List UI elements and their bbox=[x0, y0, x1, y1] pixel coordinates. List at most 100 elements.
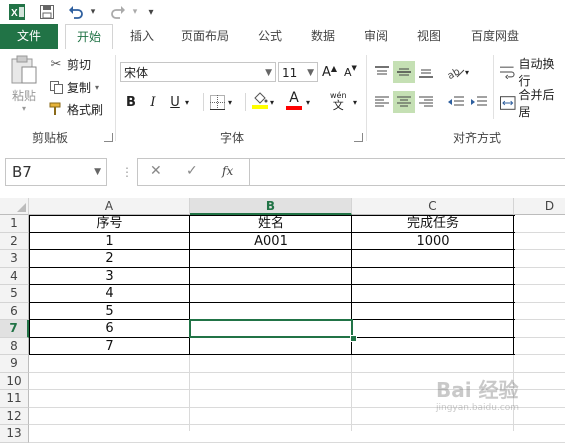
cut-button[interactable]: ✂ 剪切 bbox=[48, 55, 91, 73]
font-color-button[interactable]: A bbox=[286, 91, 302, 113]
cell-c3[interactable] bbox=[352, 250, 514, 268]
cell-b10[interactable] bbox=[190, 373, 352, 391]
clipboard-launcher-icon[interactable] bbox=[104, 133, 113, 142]
cell-c6[interactable] bbox=[352, 303, 514, 321]
cell-b5[interactable] bbox=[190, 285, 352, 303]
cell-b9[interactable] bbox=[190, 355, 352, 373]
fill-color-button[interactable] bbox=[252, 91, 268, 113]
column-header-c[interactable]: C bbox=[352, 198, 514, 215]
column-header-b[interactable]: B bbox=[190, 198, 352, 215]
underline-dropdown-icon[interactable]: ▾ bbox=[185, 93, 189, 111]
cell-a9[interactable] bbox=[29, 355, 190, 373]
row-header[interactable]: 4 bbox=[0, 268, 29, 286]
tab-insert[interactable]: 插入 bbox=[122, 24, 162, 49]
align-left-button[interactable] bbox=[372, 91, 392, 113]
cell-c1[interactable]: 完成任务 bbox=[352, 215, 514, 233]
cancel-icon[interactable]: ✕ bbox=[150, 163, 162, 179]
cell-a8[interactable]: 7 bbox=[29, 338, 190, 356]
tab-file[interactable]: 文件 bbox=[0, 24, 58, 49]
cell-c2[interactable]: 1000 bbox=[352, 233, 514, 251]
cell-c5[interactable] bbox=[352, 285, 514, 303]
phonetic-dropdown-icon[interactable]: ▾ bbox=[353, 93, 357, 111]
cell-c7[interactable] bbox=[352, 320, 514, 338]
borders-button[interactable]: ▾ bbox=[210, 93, 232, 111]
middle-align-button[interactable] bbox=[393, 61, 415, 83]
copy-button[interactable]: 复制 ▾ bbox=[48, 78, 99, 96]
align-center-button[interactable] bbox=[393, 91, 415, 113]
wrap-text-button[interactable]: 自动换行 bbox=[500, 63, 565, 81]
cell-a5[interactable]: 4 bbox=[29, 285, 190, 303]
cell-b1[interactable]: 姓名 bbox=[190, 215, 352, 233]
cell-a10[interactable] bbox=[29, 373, 190, 391]
cell-c4[interactable] bbox=[352, 268, 514, 286]
cell-b13[interactable] bbox=[190, 425, 352, 443]
cell-b3[interactable] bbox=[190, 250, 352, 268]
cell-a12[interactable] bbox=[29, 408, 190, 426]
formula-bar-splitter[interactable]: ⋮ bbox=[121, 164, 123, 180]
undo-dropdown-icon[interactable]: ▾ bbox=[88, 3, 98, 21]
tab-data[interactable]: 数据 bbox=[303, 24, 343, 49]
font-color-dropdown-icon[interactable]: ▾ bbox=[306, 93, 310, 111]
font-size-combo[interactable]: 11 ▼ bbox=[278, 62, 318, 82]
tab-formulas[interactable]: 公式 bbox=[250, 24, 290, 49]
row-header[interactable]: 7 bbox=[0, 320, 29, 338]
cell-a2[interactable]: 1 bbox=[29, 233, 190, 251]
fill-color-dropdown-icon[interactable]: ▾ bbox=[270, 93, 274, 111]
font-launcher-icon[interactable] bbox=[354, 133, 363, 142]
row-header[interactable]: 9 bbox=[0, 355, 29, 373]
chevron-down-icon[interactable]: ▼ bbox=[94, 159, 101, 185]
cell-a6[interactable]: 5 bbox=[29, 303, 190, 321]
row-header[interactable]: 12 bbox=[0, 408, 29, 426]
cell-c8[interactable] bbox=[352, 338, 514, 356]
redo-icon[interactable] bbox=[108, 3, 128, 21]
merge-center-button[interactable]: 合并后居 bbox=[500, 94, 565, 112]
fill-handle[interactable] bbox=[350, 335, 357, 342]
row-header[interactable]: 13 bbox=[0, 425, 29, 443]
save-icon[interactable] bbox=[38, 3, 56, 21]
row-header[interactable]: 3 bbox=[0, 250, 29, 268]
cell-b4[interactable] bbox=[190, 268, 352, 286]
insert-function-icon[interactable]: fx bbox=[222, 164, 233, 178]
column-header-d[interactable]: D bbox=[514, 198, 565, 215]
underline-button[interactable]: U bbox=[168, 93, 182, 111]
phonetic-guide-button[interactable]: wén 文 bbox=[330, 91, 347, 113]
cell-a1[interactable]: 序号 bbox=[29, 215, 190, 233]
orientation-button[interactable]: ab ▾ bbox=[447, 61, 469, 83]
align-right-button[interactable] bbox=[416, 91, 436, 113]
bottom-align-button[interactable] bbox=[416, 61, 436, 83]
cell-b8[interactable] bbox=[190, 338, 352, 356]
tab-home[interactable]: 开始 bbox=[65, 24, 113, 51]
top-align-button[interactable] bbox=[372, 61, 392, 83]
row-header[interactable]: 5 bbox=[0, 285, 29, 303]
font-name-combo[interactable]: 宋体 ▼ bbox=[120, 62, 276, 82]
customize-qat-icon[interactable]: ▾ bbox=[145, 3, 157, 21]
row-header[interactable]: 10 bbox=[0, 373, 29, 391]
row-header[interactable]: 6 bbox=[0, 303, 29, 321]
cell-a7[interactable]: 6 bbox=[29, 320, 190, 338]
cell-b11[interactable] bbox=[190, 390, 352, 408]
row-header[interactable]: 1 bbox=[0, 215, 29, 233]
italic-button[interactable]: I bbox=[146, 93, 160, 111]
cell-a4[interactable]: 3 bbox=[29, 268, 190, 286]
cell-c13[interactable] bbox=[352, 425, 514, 443]
format-painter-button[interactable]: 格式刷 bbox=[48, 100, 103, 118]
cell-a13[interactable] bbox=[29, 425, 190, 443]
cell-b6[interactable] bbox=[190, 303, 352, 321]
cell-c9[interactable] bbox=[352, 355, 514, 373]
cell-a11[interactable] bbox=[29, 390, 190, 408]
row-header[interactable]: 11 bbox=[0, 390, 29, 408]
copy-dropdown-icon[interactable]: ▾ bbox=[95, 83, 99, 92]
increase-indent-button[interactable] bbox=[469, 91, 489, 113]
cell-b12[interactable] bbox=[190, 408, 352, 426]
column-header-a[interactable]: A bbox=[29, 198, 190, 215]
paste-button[interactable]: 粘贴 ▾ bbox=[6, 55, 42, 117]
formula-input[interactable] bbox=[249, 158, 565, 186]
name-box[interactable]: B7 ▼ bbox=[5, 158, 107, 186]
redo-dropdown-icon[interactable]: ▾ bbox=[130, 3, 140, 21]
decrease-font-button[interactable]: A▼ bbox=[344, 62, 357, 82]
bold-button[interactable]: B bbox=[124, 93, 138, 111]
tab-review[interactable]: 审阅 bbox=[356, 24, 396, 49]
tab-baidu-netdisk[interactable]: 百度网盘 bbox=[462, 24, 528, 49]
decrease-indent-button[interactable] bbox=[446, 91, 466, 113]
row-header[interactable]: 8 bbox=[0, 338, 29, 356]
